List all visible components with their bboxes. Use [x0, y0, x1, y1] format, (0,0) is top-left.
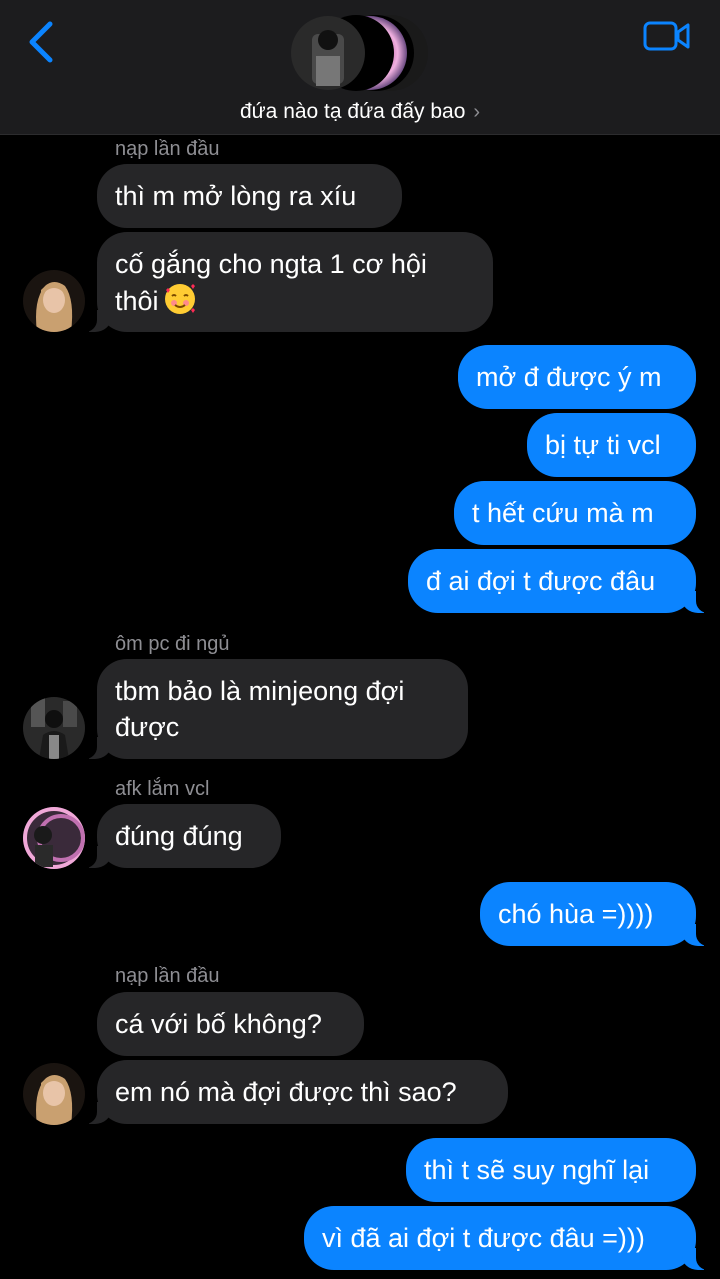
- sender-name: afk lắm vcl: [115, 778, 210, 800]
- message-text: thôi: [115, 286, 159, 316]
- message-bubble-incoming[interactable]: cá với bố không?: [97, 992, 364, 1056]
- message-bubble-outgoing[interactable]: vì đã ai đợi t được đâu =))): [304, 1206, 710, 1270]
- message-text: thì t sẽ suy nghĩ lại: [424, 1155, 650, 1185]
- video-call-button[interactable]: [642, 18, 692, 54]
- message-text: đúng đúng: [115, 821, 243, 851]
- sender-name: nạp lần đầu: [115, 965, 220, 987]
- message-bubble-outgoing[interactable]: bị tự ti vcl: [527, 413, 696, 477]
- message-text: cố gắng cho ngta 1 cơ hội: [115, 249, 427, 279]
- message-bubble-incoming[interactable]: thì m mở lòng ra xíu: [97, 164, 402, 228]
- group-name[interactable]: đứa nào tạ đứa đấy bao ›: [0, 100, 720, 124]
- message-text: đ ai đợi t được đâu: [426, 566, 656, 596]
- message-text: chó hùa =)))): [498, 899, 654, 929]
- group-name-label: đứa nào tạ đứa đấy bao: [239, 100, 466, 123]
- message-bubble-outgoing[interactable]: chó hùa =)))): [480, 882, 710, 946]
- back-button[interactable]: [22, 18, 62, 66]
- smiling-face-with-hearts-icon: [163, 282, 197, 316]
- message-bubble-incoming[interactable]: em nó mà đợi được thì sao?: [83, 1060, 508, 1124]
- message-text: mở đ được ý m: [476, 362, 662, 392]
- message-bubble-outgoing[interactable]: t hết cứu mà m: [454, 481, 696, 545]
- sender-name: ôm pc đi ngủ: [115, 633, 230, 655]
- message-text: em nó mà đợi được thì sao?: [115, 1077, 457, 1107]
- message-text: bị tự ti vcl: [545, 430, 661, 460]
- message-bubble-incoming[interactable]: tbm bảo là minjeong đợi được: [83, 659, 468, 759]
- message-text: được: [115, 712, 180, 742]
- avatar[interactable]: [23, 270, 85, 332]
- avatar[interactable]: [23, 697, 85, 759]
- chat-header: đứa nào tạ đứa đấy bao ›: [0, 0, 720, 135]
- message-bubble-incoming[interactable]: đúng đúng: [83, 804, 281, 868]
- message-text: tbm bảo là minjeong đợi: [115, 676, 405, 706]
- video-camera-icon: [643, 21, 690, 51]
- message-text: vì đã ai đợi t được đâu =))): [322, 1223, 645, 1253]
- chevron-left-icon: [29, 21, 53, 63]
- avatar[interactable]: [23, 807, 85, 869]
- message-text: t hết cứu mà m: [472, 498, 654, 528]
- sender-name: nạp lần đầu: [115, 138, 220, 160]
- group-avatar[interactable]: [290, 14, 430, 92]
- message-text: cá với bố không?: [115, 1009, 322, 1039]
- chevron-right-icon: ›: [473, 101, 481, 123]
- message-bubble-incoming[interactable]: cố gắng cho ngta 1 cơ hội thôi: [83, 232, 493, 332]
- message-bubble-outgoing[interactable]: đ ai đợi t được đâu: [408, 549, 710, 613]
- message-bubble-outgoing[interactable]: thì t sẽ suy nghĩ lại: [406, 1138, 696, 1202]
- message-text: thì m mở lòng ra xíu: [115, 181, 357, 211]
- message-bubble-outgoing[interactable]: mở đ được ý m: [458, 345, 696, 409]
- avatar[interactable]: [23, 1063, 85, 1125]
